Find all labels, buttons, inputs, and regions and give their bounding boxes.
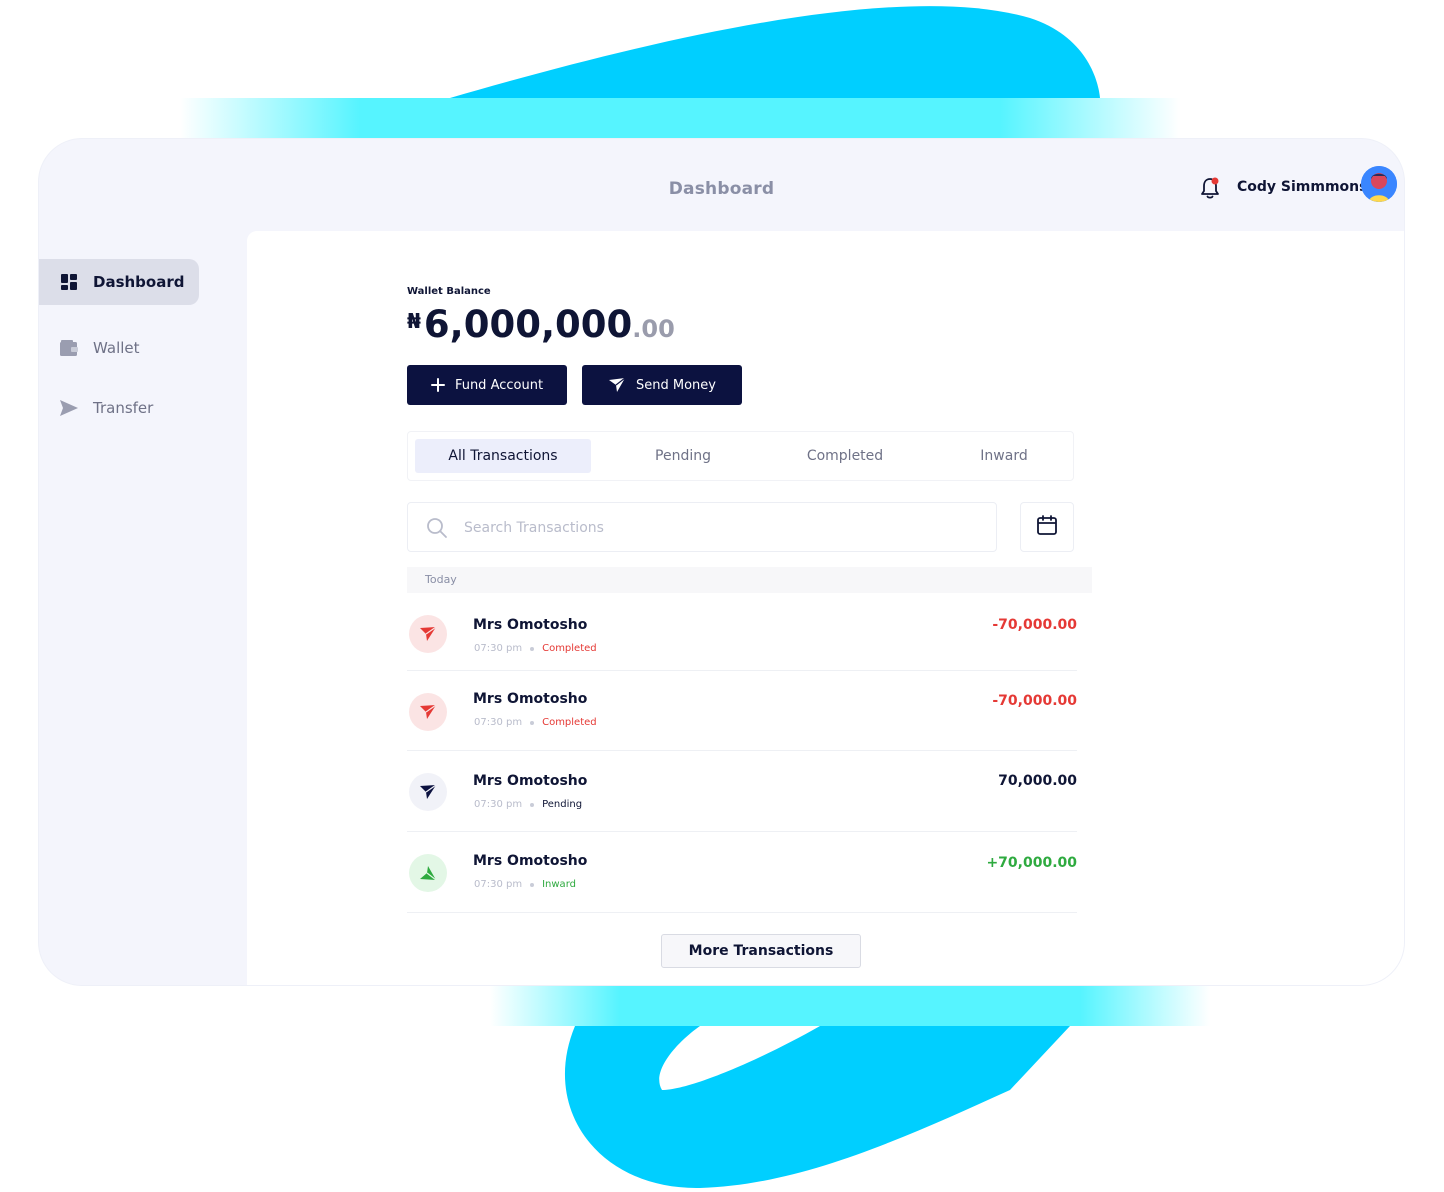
search-box: [407, 502, 997, 552]
send-money-label: Send Money: [636, 377, 716, 393]
transaction-amount: -70,000.00: [992, 693, 1077, 709]
plus-icon: [430, 378, 445, 392]
outgoing-transfer-icon: [409, 693, 447, 731]
balance-whole: 6,000,000: [423, 303, 633, 346]
transaction-status: Completed: [542, 643, 597, 654]
transaction-status: Inward: [542, 879, 576, 890]
list-item[interactable]: Mrs Omotosho 07:30 pm Completed -70,000.…: [407, 593, 1077, 671]
sidebar-item-label: Dashboard: [93, 273, 185, 291]
top-bar: Dashboard Cody Simmmons: [39, 139, 1404, 231]
tab-inward[interactable]: Inward: [939, 439, 1069, 473]
separator-dot: [530, 646, 535, 651]
sidebar-item-transfer[interactable]: Transfer: [39, 385, 199, 431]
transaction-tabs: All Transactions Pending Completed Inwar…: [407, 431, 1074, 481]
transaction-name: Mrs Omotosho: [473, 691, 588, 707]
transaction-list: Mrs Omotosho 07:30 pm Completed -70,000.…: [407, 593, 1077, 913]
sidebar-item-label: Transfer: [93, 399, 154, 417]
transaction-meta: 07:30 pm Pending: [474, 799, 582, 810]
transaction-meta: 07:30 pm Inward: [474, 879, 576, 890]
transaction-status: Pending: [542, 799, 583, 810]
transaction-amount: -70,000.00: [992, 617, 1077, 633]
search-input[interactable]: [464, 515, 964, 541]
transaction-time: 07:30 pm: [474, 643, 523, 654]
transaction-status: Completed: [542, 717, 597, 728]
list-item[interactable]: Mrs Omotosho 07:30 pm Pending 70,000.00: [407, 751, 1077, 832]
wallet-balance: ₦ 6,000,000 .00: [407, 303, 675, 346]
grid-icon: [59, 272, 79, 292]
wallet-balance-label: Wallet Balance: [407, 286, 491, 297]
transaction-name: Mrs Omotosho: [473, 853, 588, 869]
tab-all-transactions[interactable]: All Transactions: [415, 439, 591, 473]
transaction-meta: 07:30 pm Completed: [474, 643, 597, 654]
transaction-meta: 07:30 pm Completed: [474, 717, 597, 728]
separator-dot: [530, 802, 535, 807]
list-item[interactable]: Mrs Omotosho 07:30 pm Inward +70,000.00: [407, 832, 1077, 913]
tab-completed[interactable]: Completed: [780, 439, 910, 473]
inward-transfer-icon: [409, 854, 447, 892]
date-group-header: Today: [407, 567, 1092, 593]
outgoing-transfer-icon: [409, 615, 447, 653]
send-money-button[interactable]: Send Money: [582, 365, 742, 405]
main-content: Wallet Balance ₦ 6,000,000 .00 Fund Acco…: [247, 231, 1404, 985]
transaction-name: Mrs Omotosho: [473, 773, 588, 789]
list-item[interactable]: Mrs Omotosho 07:30 pm Completed -70,000.…: [407, 671, 1077, 751]
pending-transfer-icon: [409, 773, 447, 811]
transaction-time: 07:30 pm: [474, 799, 523, 810]
app-window: Dashboard Cody Simmmons Dashboard Wallet…: [38, 138, 1405, 986]
separator-dot: [530, 882, 535, 887]
balance-decimal: .00: [632, 314, 675, 343]
more-transactions-button[interactable]: More Transactions: [661, 934, 861, 968]
sidebar: Dashboard Wallet Transfer: [39, 231, 247, 985]
sidebar-item-wallet[interactable]: Wallet: [39, 325, 199, 371]
wallet-icon: [59, 338, 79, 358]
transaction-time: 07:30 pm: [474, 879, 523, 890]
send-icon: [608, 377, 626, 393]
transaction-name: Mrs Omotosho: [473, 617, 588, 633]
fund-account-button[interactable]: Fund Account: [407, 365, 567, 405]
date-filter-button[interactable]: [1020, 502, 1074, 552]
sidebar-item-label: Wallet: [93, 339, 140, 357]
transaction-time: 07:30 pm: [474, 717, 523, 728]
send-icon: [59, 398, 79, 418]
currency-symbol: ₦: [407, 309, 421, 333]
search-icon: [426, 517, 448, 543]
fund-account-label: Fund Account: [454, 377, 544, 393]
transaction-amount: +70,000.00: [986, 855, 1077, 871]
avatar[interactable]: [1361, 166, 1397, 202]
sidebar-item-dashboard[interactable]: Dashboard: [39, 259, 199, 305]
transaction-amount: 70,000.00: [998, 773, 1077, 789]
calendar-icon: [1036, 514, 1058, 540]
separator-dot: [530, 720, 535, 725]
notification-bell-icon[interactable]: [1199, 176, 1221, 200]
tab-pending[interactable]: Pending: [618, 439, 748, 473]
user-name[interactable]: Cody Simmmons: [1237, 179, 1367, 195]
